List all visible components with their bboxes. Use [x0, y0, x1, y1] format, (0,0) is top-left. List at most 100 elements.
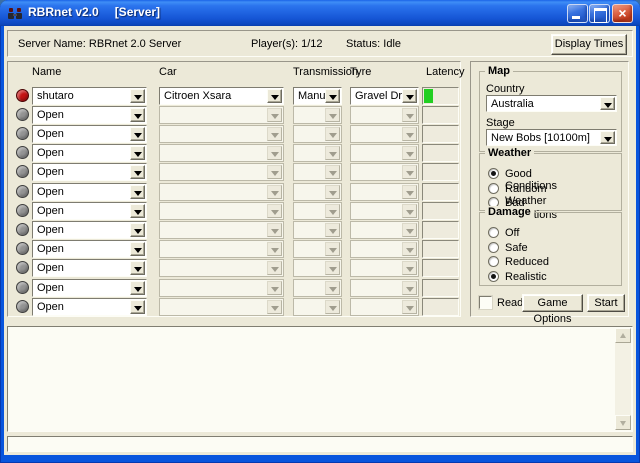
ready-checkbox[interactable]	[479, 296, 492, 309]
dropdown-icon[interactable]	[130, 127, 145, 141]
tyre-select	[350, 240, 419, 258]
transmission-select	[293, 221, 342, 239]
tyre-select	[350, 144, 419, 162]
dropdown-icon[interactable]	[130, 242, 145, 256]
dropdown-icon[interactable]	[130, 89, 145, 103]
player-name-select[interactable]: Open	[32, 125, 147, 143]
dropdown-icon[interactable]	[130, 204, 145, 218]
dropdown-icon[interactable]	[130, 146, 145, 160]
dropdown-icon[interactable]	[402, 89, 417, 103]
chat-scrollbar[interactable]	[615, 328, 631, 430]
player-name-select-value: Open	[37, 224, 128, 236]
game-options-button[interactable]: Game Options	[522, 294, 583, 312]
latency-meter	[422, 240, 459, 258]
player-name-select-value: Open	[37, 186, 128, 198]
car-select	[159, 183, 284, 201]
chat-input[interactable]	[7, 436, 633, 452]
radio-label: Off	[505, 227, 519, 239]
radio-icon[interactable]	[488, 271, 499, 282]
players-count-label: Player(s): 1/12	[251, 38, 323, 50]
player-row: Open	[8, 202, 460, 220]
radio-icon[interactable]	[488, 256, 499, 267]
damage-group: Damage OffSafeReducedRealistic	[479, 212, 622, 286]
stage-length: [10100m]	[544, 132, 590, 144]
slot-status-icon	[16, 300, 29, 313]
app-icon	[7, 5, 23, 21]
dropdown-icon	[402, 223, 417, 237]
dropdown-icon[interactable]	[267, 89, 282, 103]
player-row: Open	[8, 144, 460, 162]
car-select	[159, 240, 284, 258]
scroll-down-icon[interactable]	[615, 415, 631, 430]
transmission-select[interactable]: Manual	[293, 87, 342, 105]
player-name-select-value: Open	[37, 147, 128, 159]
dropdown-icon	[267, 204, 282, 218]
player-name-select-value: shutaro	[37, 90, 128, 102]
dropdown-icon[interactable]	[130, 281, 145, 295]
map-group: Map Country Australia Stage New Bobs [10…	[479, 71, 622, 152]
player-name-select[interactable]: Open	[32, 259, 147, 277]
radio-icon[interactable]	[488, 227, 499, 238]
dropdown-icon[interactable]	[130, 108, 145, 122]
player-name-select[interactable]: Open	[32, 163, 147, 181]
player-name-select[interactable]: Open	[32, 106, 147, 124]
window-title: RBRnet v2.0[Server]	[28, 5, 160, 19]
player-name-select-value: Open	[37, 166, 128, 178]
tyre-select[interactable]: Gravel Dry	[350, 87, 419, 105]
dropdown-icon[interactable]	[130, 300, 145, 314]
car-select	[159, 106, 284, 124]
dropdown-icon[interactable]	[130, 223, 145, 237]
dropdown-icon	[325, 204, 340, 218]
dropdown-icon	[402, 300, 417, 314]
radio-icon[interactable]	[488, 242, 499, 253]
app-window: RBRnet v2.0[Server] × Server Name: RBRne…	[0, 0, 640, 463]
latency-meter	[422, 259, 459, 277]
player-name-select[interactable]: Open	[32, 279, 147, 297]
player-name-select[interactable]: Open	[32, 144, 147, 162]
latency-meter	[422, 125, 459, 143]
player-name-select[interactable]: Open	[32, 240, 147, 258]
latency-bar	[424, 89, 433, 103]
scroll-up-icon[interactable]	[615, 328, 631, 343]
close-button[interactable]: ×	[612, 4, 633, 23]
dropdown-icon	[267, 108, 282, 122]
dropdown-icon[interactable]	[130, 185, 145, 199]
player-name-select[interactable]: Open	[32, 221, 147, 239]
dropdown-icon[interactable]	[600, 97, 615, 110]
stage-select[interactable]: New Bobs [10100m]	[486, 129, 617, 146]
dropdown-icon[interactable]	[325, 89, 340, 103]
player-name-select[interactable]: Open	[32, 202, 147, 220]
transmission-select	[293, 202, 342, 220]
transmission-select	[293, 144, 342, 162]
country-select[interactable]: Australia	[486, 95, 617, 112]
minimize-button[interactable]	[567, 4, 588, 23]
column-header-car: Car	[159, 66, 177, 78]
dropdown-icon	[402, 127, 417, 141]
player-row: Open	[8, 279, 460, 297]
dropdown-icon[interactable]	[130, 261, 145, 275]
radio-icon[interactable]	[488, 168, 499, 179]
dropdown-icon	[267, 261, 282, 275]
player-row: Open	[8, 221, 460, 239]
player-name-select-value: Open	[37, 262, 128, 274]
column-header-name: Name	[32, 66, 61, 78]
title-bar[interactable]: RBRnet v2.0[Server] ×	[0, 0, 640, 26]
dropdown-icon[interactable]	[600, 131, 615, 144]
column-header-tyre: Tyre	[350, 66, 371, 78]
slot-status-icon	[16, 165, 29, 178]
tyre-select	[350, 202, 419, 220]
car-select	[159, 298, 284, 316]
dropdown-icon[interactable]	[130, 165, 145, 179]
damage-group-title: Damage	[485, 206, 534, 218]
player-name-select[interactable]: Open	[32, 183, 147, 201]
display-times-button[interactable]: Display Times	[551, 34, 627, 55]
start-button[interactable]: Start	[587, 294, 625, 312]
latency-meter	[422, 202, 459, 220]
radio-icon[interactable]	[488, 183, 499, 194]
slot-status-icon	[16, 281, 29, 294]
maximize-button[interactable]	[589, 4, 610, 23]
dropdown-icon	[402, 281, 417, 295]
player-name-select[interactable]: shutaro	[32, 87, 147, 105]
player-name-select[interactable]: Open	[32, 298, 147, 316]
car-select[interactable]: Citroen Xsara	[159, 87, 284, 105]
